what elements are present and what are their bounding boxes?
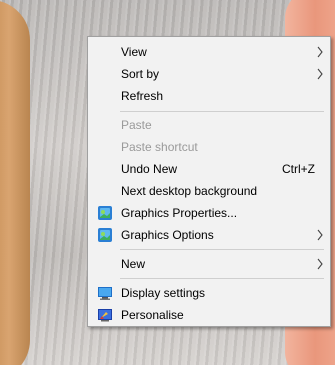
- menu-item-label: Graphics Options: [121, 228, 214, 242]
- wallpaper-wood-shape: [0, 0, 30, 365]
- menu-item-personalise[interactable]: Personalise: [88, 304, 330, 326]
- menu-item-label: Paste shortcut: [121, 140, 198, 154]
- menu-item-label: Display settings: [121, 286, 206, 300]
- menu-item-sort-by[interactable]: Sort by: [88, 63, 330, 85]
- menu-item-label: Next desktop background: [121, 184, 258, 198]
- menu-item-graphics-properties[interactable]: Graphics Properties...: [88, 202, 330, 224]
- chevron-right-icon: [317, 229, 323, 241]
- desktop-context-menu: View Sort by Refresh Paste Paste shortcu…: [87, 36, 331, 327]
- graphics-icon: [98, 206, 112, 220]
- menu-item-label: Sort by: [121, 67, 160, 81]
- chevron-right-icon: [317, 46, 323, 58]
- graphics-icon: [98, 228, 112, 242]
- menu-item-label: Paste: [121, 118, 152, 132]
- personalise-icon: [98, 309, 112, 322]
- menu-item-paste-shortcut[interactable]: Paste shortcut: [88, 136, 330, 158]
- menu-item-display-settings[interactable]: Display settings: [88, 282, 330, 304]
- menu-item-graphics-options[interactable]: Graphics Options: [88, 224, 330, 246]
- menu-item-label: New: [121, 257, 146, 271]
- menu-separator: [120, 278, 324, 279]
- menu-item-view[interactable]: View: [88, 41, 330, 63]
- menu-item-paste[interactable]: Paste: [88, 114, 330, 136]
- menu-item-next-desktop-background[interactable]: Next desktop background: [88, 180, 330, 202]
- chevron-right-icon: [317, 68, 323, 80]
- menu-item-refresh[interactable]: Refresh: [88, 85, 330, 107]
- menu-item-label: View: [121, 45, 147, 59]
- menu-item-shortcut: Ctrl+Z: [282, 162, 315, 176]
- display-icon: [98, 287, 112, 300]
- menu-item-label: Undo New: [121, 162, 178, 176]
- chevron-right-icon: [317, 258, 323, 270]
- menu-item-label: Personalise: [121, 308, 184, 322]
- menu-separator: [120, 111, 324, 112]
- menu-item-label: Graphics Properties...: [121, 206, 238, 220]
- menu-item-new[interactable]: New: [88, 253, 330, 275]
- menu-item-label: Refresh: [121, 89, 164, 103]
- menu-item-undo-new[interactable]: Undo New Ctrl+Z: [88, 158, 330, 180]
- menu-separator: [120, 249, 324, 250]
